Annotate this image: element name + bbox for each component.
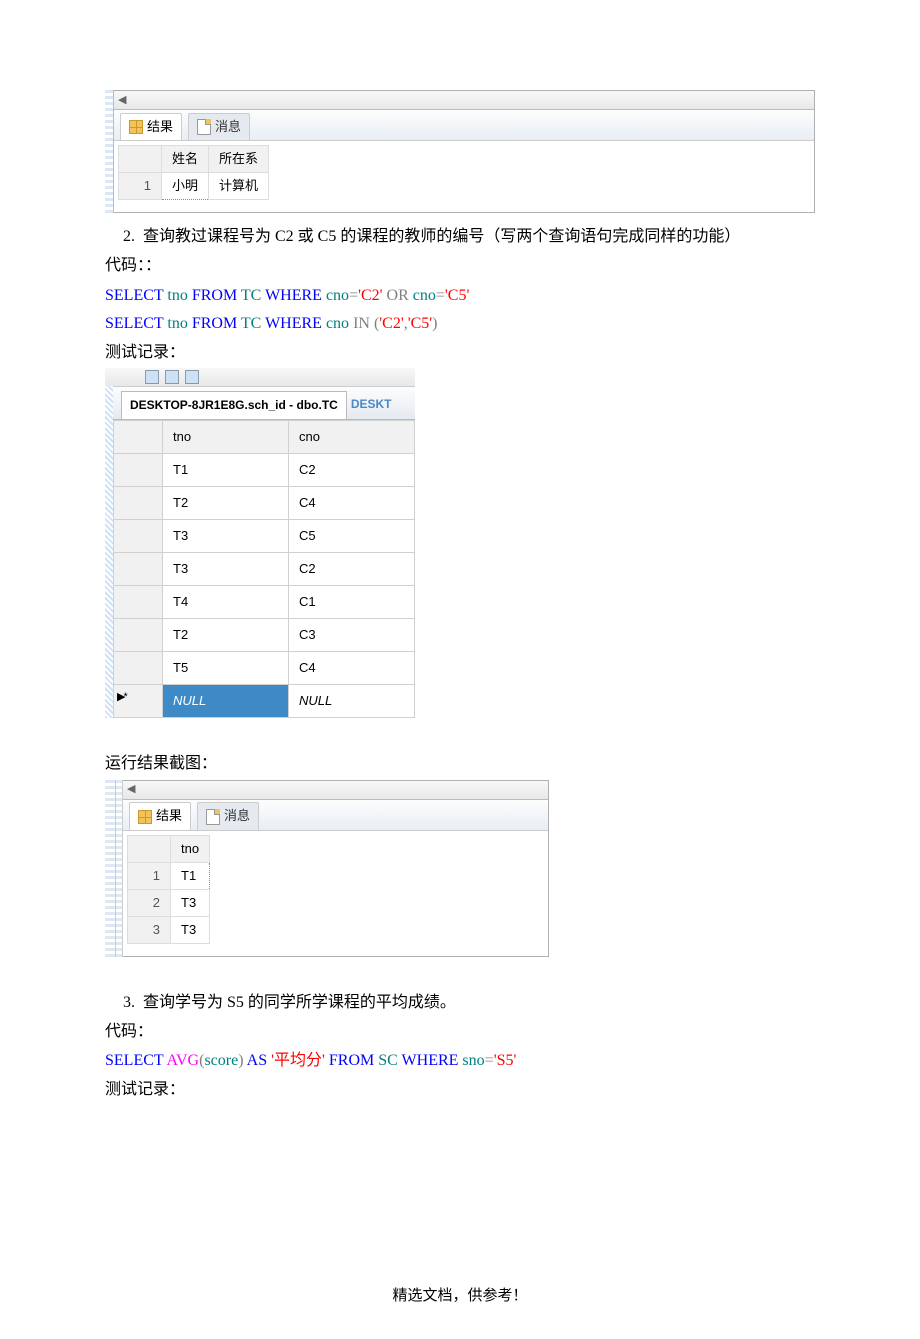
results-grid[interactable]: 姓名 所在系 1 小明 计算机	[118, 145, 269, 200]
tab-results[interactable]: 结果	[120, 113, 182, 140]
null-cell[interactable]: NULL	[289, 685, 415, 718]
splitter-bar[interactable]: ◀	[114, 91, 814, 110]
table-row[interactable]: T4C1	[114, 585, 415, 618]
cell[interactable]: 小明	[162, 173, 209, 200]
null-cell-selected[interactable]: NULL	[163, 685, 289, 718]
panel-gutter	[105, 90, 114, 213]
column-header[interactable]: tno	[171, 835, 210, 862]
new-row-marker-icon	[114, 685, 163, 718]
tab-label: 结果	[147, 116, 173, 138]
table-row[interactable]: 1 小明 计算机	[119, 173, 269, 200]
toolbar-dropdown[interactable]	[185, 370, 199, 384]
toolbar	[105, 368, 415, 387]
tab-label: 消息	[215, 116, 241, 138]
grid-icon	[129, 120, 143, 134]
tab-label: 消息	[224, 805, 250, 827]
tc-data-grid[interactable]: tno cno T1C2 T2C4 T3C5 T3C2 T4C1 T2C3 T5…	[113, 420, 415, 719]
toolbar-button[interactable]	[165, 370, 179, 384]
editor-tab-bar: DESKTOP-8JR1E8G.sch_id - dbo.TC DESKT	[113, 387, 415, 419]
test-label: 测试记录：	[105, 339, 815, 366]
cell[interactable]: 计算机	[209, 173, 269, 200]
table-row[interactable]: T5C4	[114, 652, 415, 685]
column-header[interactable]: cno	[289, 420, 415, 453]
tab-messages[interactable]: 消息	[197, 802, 259, 829]
splitter-bar[interactable]: ◀	[123, 781, 548, 800]
grid-icon	[138, 810, 152, 824]
panel-gutter	[116, 780, 123, 957]
tab-messages[interactable]: 消息	[188, 113, 250, 140]
tab-label: 结果	[156, 805, 182, 827]
question-3: 3.查询学号为 S5 的同学所学课程的平均成绩。	[123, 989, 815, 1016]
grid-corner	[128, 835, 171, 862]
tab-bar: 结果 消息	[114, 110, 814, 141]
panel-gutter	[105, 386, 113, 718]
table-row[interactable]: T3C5	[114, 519, 415, 552]
code-label: 代码：	[105, 1018, 815, 1045]
table-row[interactable]: 1T1	[128, 862, 210, 889]
column-header[interactable]: 姓名	[162, 146, 209, 173]
table-row[interactable]: T2C3	[114, 619, 415, 652]
column-header[interactable]: tno	[163, 420, 289, 453]
code-label: 代码：：	[105, 252, 815, 279]
results-grid[interactable]: tno 1T1 2T3 3T3	[127, 835, 210, 944]
tab-results[interactable]: 结果	[129, 802, 191, 829]
panel-gutter	[105, 780, 116, 957]
document-icon	[197, 119, 211, 135]
run-result-label: 运行结果截图：	[105, 750, 815, 777]
sql-line-1: SELECT tno FROM TC WHERE cno='C2' OR cno…	[105, 282, 815, 309]
question-2: 2.查询教过课程号为 C2 或 C5 的课程的教师的编号（写两个查询语句完成同样…	[123, 223, 815, 250]
table-row[interactable]: T2C4	[114, 486, 415, 519]
table-row[interactable]: T1C2	[114, 453, 415, 486]
table-row[interactable]: 3T3	[128, 916, 210, 943]
tc-table-panel: DESKTOP-8JR1E8G.sch_id - dbo.TC DESKT tn…	[105, 368, 815, 718]
grid-corner	[119, 146, 162, 173]
test-label: 测试记录：	[105, 1076, 815, 1103]
document-icon	[206, 809, 220, 825]
editor-tab-inactive[interactable]: DESKT	[347, 391, 396, 418]
results-panel-1: ◀ 结果 消息 姓名 所在系	[105, 90, 815, 213]
table-row[interactable]: 2T3	[128, 889, 210, 916]
editor-tab-active[interactable]: DESKTOP-8JR1E8G.sch_id - dbo.TC	[121, 391, 347, 418]
tab-bar: 结果 消息	[123, 800, 548, 831]
table-row[interactable]: T3C2	[114, 552, 415, 585]
sql-line-3: SELECT AVG(score) AS '平均分' FROM SC WHERE…	[105, 1047, 815, 1074]
row-number: 1	[119, 173, 162, 200]
toolbar-button[interactable]	[145, 370, 159, 384]
sql-line-2: SELECT tno FROM TC WHERE cno IN ('C2','C…	[105, 310, 815, 337]
results-panel-2: ◀ 结果 消息 tno 1T1	[105, 780, 815, 957]
grid-corner	[114, 420, 163, 453]
column-header[interactable]: 所在系	[209, 146, 269, 173]
chevron-left-icon: ◀	[118, 91, 126, 110]
page-footer: 精选文档，供参考！	[105, 1284, 815, 1310]
new-row[interactable]: NULL NULL	[114, 685, 415, 718]
chevron-left-icon: ◀	[127, 780, 135, 799]
